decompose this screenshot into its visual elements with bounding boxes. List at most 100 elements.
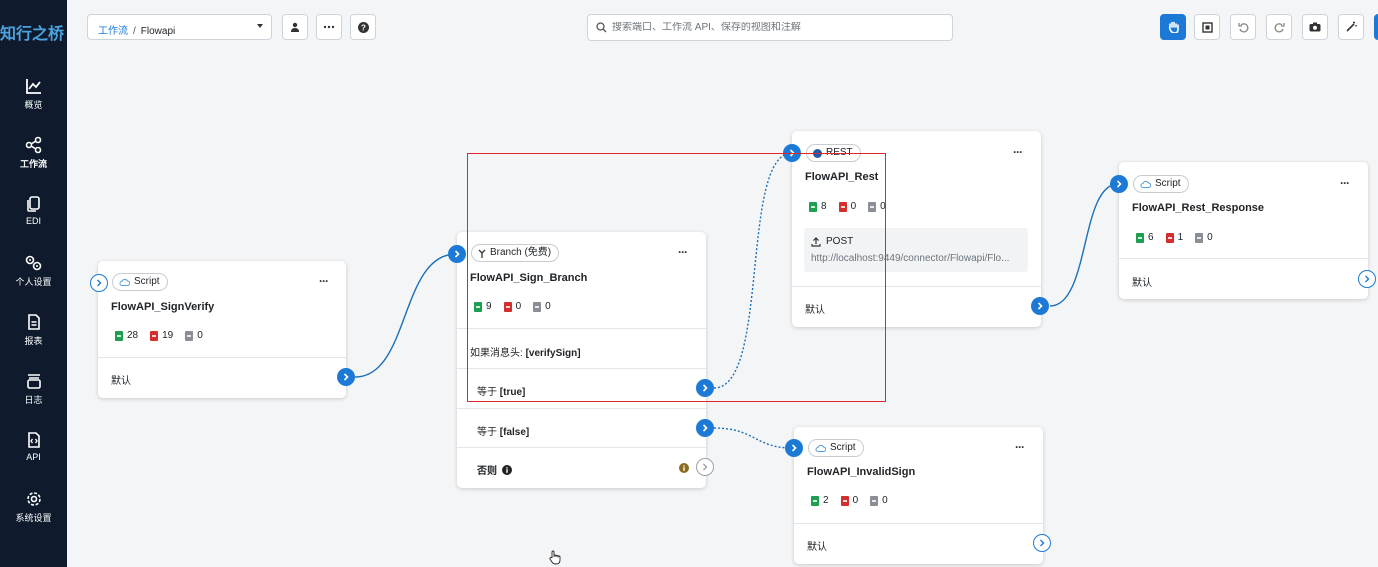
- case-value: [true]: [499, 387, 526, 398]
- node-output-port[interactable]: [337, 368, 355, 386]
- node-title: FlowAPI_SignVerify: [111, 301, 215, 313]
- camera-icon: [1309, 22, 1321, 32]
- edge-branch-false-to-invalid[interactable]: [713, 427, 793, 449]
- case-false-output-port[interactable]: [696, 419, 714, 437]
- file-success-icon: [1136, 232, 1144, 243]
- count-error[interactable]: 0: [503, 301, 522, 312]
- count-value: 2: [823, 495, 829, 506]
- breadcrumb[interactable]: 工作流 / Flowapi: [87, 14, 272, 40]
- node-menu-button[interactable]: ···: [1013, 145, 1023, 159]
- svg-text:?: ?: [361, 23, 366, 32]
- file-success-icon: [474, 301, 482, 312]
- chevron-right-icon: [703, 463, 708, 471]
- user-button[interactable]: [282, 14, 308, 40]
- message-counts: 9 0 0: [474, 301, 551, 312]
- node-menu-button[interactable]: ···: [319, 274, 329, 288]
- auto-layout-button[interactable]: [1338, 14, 1364, 40]
- node-output-port[interactable]: [1033, 534, 1051, 552]
- case-true-output-port[interactable]: [696, 379, 714, 397]
- edge-branch-true-to-rest[interactable]: [713, 152, 793, 389]
- count-pending[interactable]: 0: [533, 301, 551, 312]
- chevron-right-icon: [702, 384, 708, 392]
- count-pending[interactable]: 0: [1195, 232, 1213, 243]
- node-type-label: REST: [826, 147, 853, 158]
- node-input-port[interactable]: [90, 274, 108, 292]
- edge-signverify-to-branch[interactable]: [354, 253, 457, 378]
- node-output-port[interactable]: [1358, 270, 1376, 288]
- node-menu-button[interactable]: ···: [1015, 440, 1025, 454]
- redo-button[interactable]: [1266, 14, 1292, 40]
- count-success[interactable]: 2: [811, 495, 829, 506]
- divider: [1119, 258, 1368, 259]
- node-input-port[interactable]: [785, 439, 803, 457]
- count-pending[interactable]: 0: [870, 495, 888, 506]
- user-icon: [291, 22, 299, 32]
- message-counts: 2 0 0: [811, 495, 888, 506]
- node-input-port[interactable]: [448, 245, 466, 263]
- panel-toggle-button[interactable]: [1374, 14, 1378, 40]
- route-default: 默认: [805, 305, 825, 316]
- case-prefix: 等于: [477, 387, 497, 398]
- count-value: 0: [1207, 232, 1213, 243]
- node-title: FlowAPI_Sign_Branch: [470, 272, 588, 284]
- upload-icon: [811, 236, 821, 247]
- breadcrumb-current: Flowapi: [140, 26, 176, 37]
- count-success[interactable]: 6: [1136, 232, 1154, 243]
- search-input[interactable]: [612, 22, 932, 33]
- node-type-badge: Script: [1133, 175, 1189, 193]
- route-default: 默认: [1132, 278, 1152, 289]
- hand-cursor-icon: [549, 550, 561, 565]
- node-menu-button[interactable]: ···: [1340, 176, 1350, 190]
- more-options-button[interactable]: [316, 14, 342, 40]
- count-success[interactable]: 8: [809, 201, 827, 212]
- question-circle-icon: ?: [357, 21, 369, 33]
- file-pending-icon: [868, 201, 877, 212]
- node-flowapi-rest-response[interactable]: Script ··· FlowAPI_Rest_Response 6 1 0 默…: [1119, 162, 1368, 299]
- node-type-label: Script: [830, 442, 856, 453]
- count-error[interactable]: 0: [840, 495, 858, 506]
- help-button[interactable]: ?: [350, 14, 376, 40]
- file-success-icon: [811, 495, 819, 506]
- count-value: 0: [515, 301, 522, 312]
- globe-icon: [813, 148, 822, 158]
- count-error[interactable]: 0: [838, 201, 856, 212]
- divider: [457, 368, 706, 369]
- warning-info-icon[interactable]: [679, 463, 689, 473]
- node-flowapi-invalidsign[interactable]: Script ··· FlowAPI_InvalidSign 2 0 0 默认: [794, 427, 1043, 564]
- screenshot-button[interactable]: [1302, 14, 1328, 40]
- count-error[interactable]: 1: [1165, 232, 1183, 243]
- chevron-down-icon[interactable]: [257, 24, 263, 28]
- branch-case-else: 否则: [477, 462, 512, 477]
- count-success[interactable]: 9: [474, 301, 492, 312]
- node-flowapi-sign-branch[interactable]: Branch (免费) ··· FlowAPI_Sign_Branch 9 0 …: [457, 232, 706, 488]
- node-output-port[interactable]: [1031, 297, 1049, 315]
- count-pending[interactable]: 0: [868, 201, 886, 212]
- info-circle-icon[interactable]: [502, 464, 512, 475]
- select-mode-button[interactable]: [1194, 14, 1220, 40]
- file-error-icon: [150, 330, 159, 341]
- count-success[interactable]: 28: [115, 330, 138, 341]
- branch-icon: [478, 249, 486, 258]
- node-input-port[interactable]: [783, 144, 801, 162]
- chevron-right-icon: [1365, 275, 1370, 283]
- pan-mode-button[interactable]: [1160, 14, 1186, 40]
- count-error[interactable]: 19: [150, 330, 173, 341]
- edge-rest-to-response[interactable]: [1049, 183, 1119, 307]
- case-else-output-port[interactable]: [696, 458, 714, 476]
- file-pending-icon: [1195, 232, 1204, 243]
- node-input-port[interactable]: [1110, 175, 1128, 193]
- node-flowapi-rest[interactable]: REST ··· FlowAPI_Rest 8 0 0 POST http://…: [792, 131, 1041, 327]
- search-box[interactable]: [587, 14, 953, 41]
- node-flowapi-signverify[interactable]: Script ··· FlowAPI_SignVerify 28 19 0 默认: [98, 261, 346, 398]
- count-pending[interactable]: 0: [185, 330, 203, 341]
- message-counts: 28 19 0: [115, 330, 203, 341]
- undo-button[interactable]: [1230, 14, 1256, 40]
- cloud-icon: [1140, 180, 1151, 188]
- node-type-badge: REST: [806, 144, 861, 162]
- file-success-icon: [809, 201, 817, 212]
- file-error-icon: [838, 201, 847, 212]
- rest-method: POST: [811, 236, 853, 247]
- node-menu-button[interactable]: ···: [678, 245, 688, 259]
- file-error-icon: [1165, 232, 1174, 243]
- breadcrumb-workflows-link[interactable]: 工作流: [98, 26, 128, 37]
